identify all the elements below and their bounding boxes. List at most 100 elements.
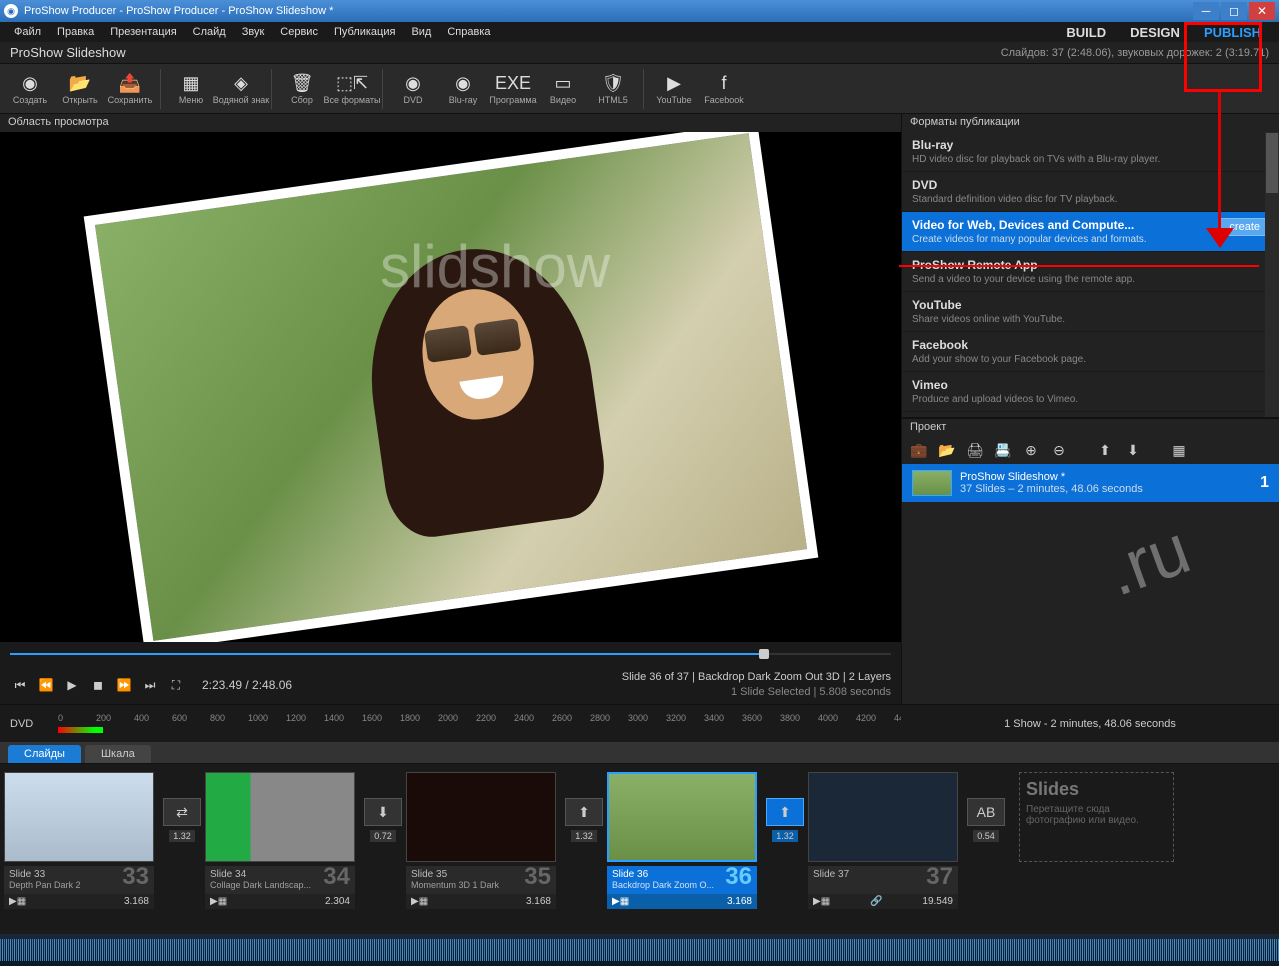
tab-design[interactable]: DESIGN — [1118, 23, 1192, 42]
toolbar-exe-button[interactable]: EXEПрограмма — [489, 66, 537, 112]
slide-card-36[interactable]: 36Slide 36Backdrop Dark Zoom O...▶▦3.168 — [607, 768, 762, 909]
transition-36[interactable]: ⬆1.32 — [762, 798, 808, 842]
toolbar-bluray-button[interactable]: ◉Blu-ray — [439, 66, 487, 112]
slide-card-37[interactable]: 37Slide 37▶▦🔗19.549 — [808, 768, 963, 909]
transition-35[interactable]: ⬆1.32 — [561, 798, 607, 842]
format-desc: Share videos online with YouTube. — [912, 314, 1269, 325]
toolbar-wmark-button[interactable]: ◈Водяной знак — [217, 66, 265, 112]
transition-icon[interactable]: AB — [967, 798, 1005, 826]
grid-icon[interactable]: ▦ — [1170, 441, 1188, 459]
audio-waveform[interactable] — [0, 934, 1279, 966]
tab-slides[interactable]: Слайды — [8, 745, 81, 763]
toolbar-collect-button[interactable]: 🗑Сбор — [278, 66, 326, 112]
slide-card-34[interactable]: 34Slide 34Collage Dark Landscap...▶▦2.30… — [205, 768, 360, 909]
format-item-1[interactable]: DVDStandard definition video disc for TV… — [902, 172, 1279, 212]
play-icon[interactable]: ▶▦ — [813, 896, 830, 907]
fullscreen-button[interactable]: ⛶ — [166, 675, 186, 695]
play-button[interactable]: ▶ — [62, 675, 82, 695]
format-title: Facebook — [912, 338, 1269, 352]
toolbar-video-button[interactable]: ▭Видео — [539, 66, 587, 112]
toolbar-all-button[interactable]: ⬚⇱Все форматы — [328, 66, 376, 112]
play-icon[interactable]: ▶▦ — [411, 896, 428, 907]
menu-slide[interactable]: Слайд — [185, 24, 234, 40]
collect-icon: 🗑 — [290, 72, 314, 94]
save-project-icon[interactable]: 🖨 — [966, 441, 984, 459]
drop-slot[interactable]: SlidesПеретащите сюда фотографию или вид… — [1019, 772, 1174, 862]
play-icon[interactable]: ▶▦ — [9, 896, 26, 907]
create-button[interactable]: create — [1218, 218, 1271, 236]
toolbar-html5-button[interactable]: 🛡HTML5 — [589, 66, 637, 112]
toolbar-save-button[interactable]: 📤Сохранить — [106, 66, 154, 112]
tab-scale[interactable]: Шкала — [85, 745, 151, 763]
format-item-3[interactable]: ProShow Remote AppSend a video to your d… — [902, 252, 1279, 292]
slide-card-33[interactable]: 33Slide 33Depth Pan Dark 2▶▦3.168 — [4, 768, 159, 909]
maximize-button[interactable]: ◻ — [1221, 2, 1247, 20]
toolbar-menu-button[interactable]: ▦Меню — [167, 66, 215, 112]
project-item[interactable]: ProShow Slideshow * 37 Slides – 2 minute… — [902, 464, 1279, 502]
formats-scrollbar[interactable] — [1265, 132, 1279, 417]
ruler-tick: 1600 — [362, 713, 382, 723]
menu-icon: ▦ — [179, 72, 203, 94]
toolbar-dvd-button[interactable]: ◉DVD — [389, 66, 437, 112]
project-sub: 37 Slides – 2 minutes, 48.06 seconds — [960, 483, 1260, 495]
stop-button[interactable]: ◼ — [88, 675, 108, 695]
slide-thumb[interactable] — [406, 772, 556, 862]
menu-view[interactable]: Вид — [403, 24, 439, 40]
add-icon[interactable]: ⊕ — [1022, 441, 1040, 459]
menu-service[interactable]: Сервис — [272, 24, 326, 40]
tab-publish[interactable]: PUBLISH — [1192, 23, 1273, 42]
new-project-icon[interactable]: 💼 — [910, 441, 928, 459]
format-item-5[interactable]: FacebookAdd your show to your Facebook p… — [902, 332, 1279, 372]
toolbar-create-button[interactable]: ◉Создать — [6, 66, 54, 112]
menu-edit[interactable]: Правка — [49, 24, 102, 40]
slide-thumb[interactable] — [4, 772, 154, 862]
move-up-icon[interactable]: ⬆ — [1096, 441, 1114, 459]
format-item-2[interactable]: Video for Web, Devices and Compute...Cre… — [902, 212, 1279, 252]
ruler-tick: 4000 — [818, 713, 838, 723]
minimize-button[interactable]: ─ — [1193, 2, 1219, 20]
transition-icon[interactable]: ⬆ — [565, 798, 603, 826]
transition-icon[interactable]: ⬆ — [766, 798, 804, 826]
format-item-0[interactable]: Blu-rayHD video disc for playback on TVs… — [902, 132, 1279, 172]
close-button[interactable]: ✕ — [1249, 2, 1275, 20]
chain-icon[interactable]: 🔗 — [870, 896, 882, 907]
transition-34[interactable]: ⬇0.72 — [360, 798, 406, 842]
saveas-project-icon[interactable]: 📇 — [994, 441, 1012, 459]
transition-33[interactable]: ⇄ 1.32 — [159, 798, 205, 842]
ruler-tick: 1200 — [286, 713, 306, 723]
toolbar-open-button[interactable]: 📂Открыть — [56, 66, 104, 112]
menu-sound[interactable]: Звук — [234, 24, 273, 40]
play-icon[interactable]: ▶▦ — [210, 896, 227, 907]
slide-card-35[interactable]: 35Slide 35Momentum 3D 1 Dark▶▦3.168 — [406, 768, 561, 909]
format-item-4[interactable]: YouTubeShare videos online with YouTube. — [902, 292, 1279, 332]
menu-file[interactable]: Файл — [6, 24, 49, 40]
playback-seek[interactable] — [0, 642, 901, 666]
play-icon[interactable]: ▶▦ — [612, 896, 629, 907]
forward-button[interactable]: ⏩ — [114, 675, 134, 695]
toolbar-youtube-button[interactable]: ▶YouTube — [650, 66, 698, 112]
timeline[interactable]: 33Slide 33Depth Pan Dark 2▶▦3.168⇄ 1.32 34… — [0, 764, 1279, 934]
transition-37[interactable]: AB0.54 — [963, 798, 1009, 842]
transition-icon[interactable]: ⇄ — [163, 798, 201, 826]
open-project-icon[interactable]: 📂 — [938, 441, 956, 459]
transition-icon[interactable]: ⬇ — [364, 798, 402, 826]
slide-thumb[interactable] — [205, 772, 355, 862]
rewind-button[interactable]: ⏪ — [36, 675, 56, 695]
menu-help[interactable]: Справка — [439, 24, 498, 40]
menu-publish[interactable]: Публикация — [326, 24, 403, 40]
preview-canvas[interactable]: slidshow — [0, 132, 901, 642]
last-button[interactable]: ⏭ — [140, 675, 160, 695]
format-item-6[interactable]: VimeoProduce and upload videos to Vimeo. — [902, 372, 1279, 412]
remove-icon[interactable]: ⊖ — [1050, 441, 1068, 459]
toolbar-facebook-button[interactable]: fFacebook — [700, 66, 748, 112]
slide-thumb[interactable] — [808, 772, 958, 862]
tab-build[interactable]: BUILD — [1054, 23, 1118, 42]
size-ruler[interactable]: 0200400600800100012001400160018002000220… — [48, 713, 901, 735]
slide-thumb[interactable] — [607, 772, 757, 862]
move-down-icon[interactable]: ⬇ — [1124, 441, 1142, 459]
first-button[interactable]: ⏮ — [10, 675, 30, 695]
format-desc: Standard definition video disc for TV pl… — [912, 194, 1269, 205]
formats-header: Форматы публикации — [902, 114, 1279, 132]
transition-duration: 1.32 — [169, 830, 195, 842]
menu-presentation[interactable]: Презентация — [102, 24, 184, 40]
